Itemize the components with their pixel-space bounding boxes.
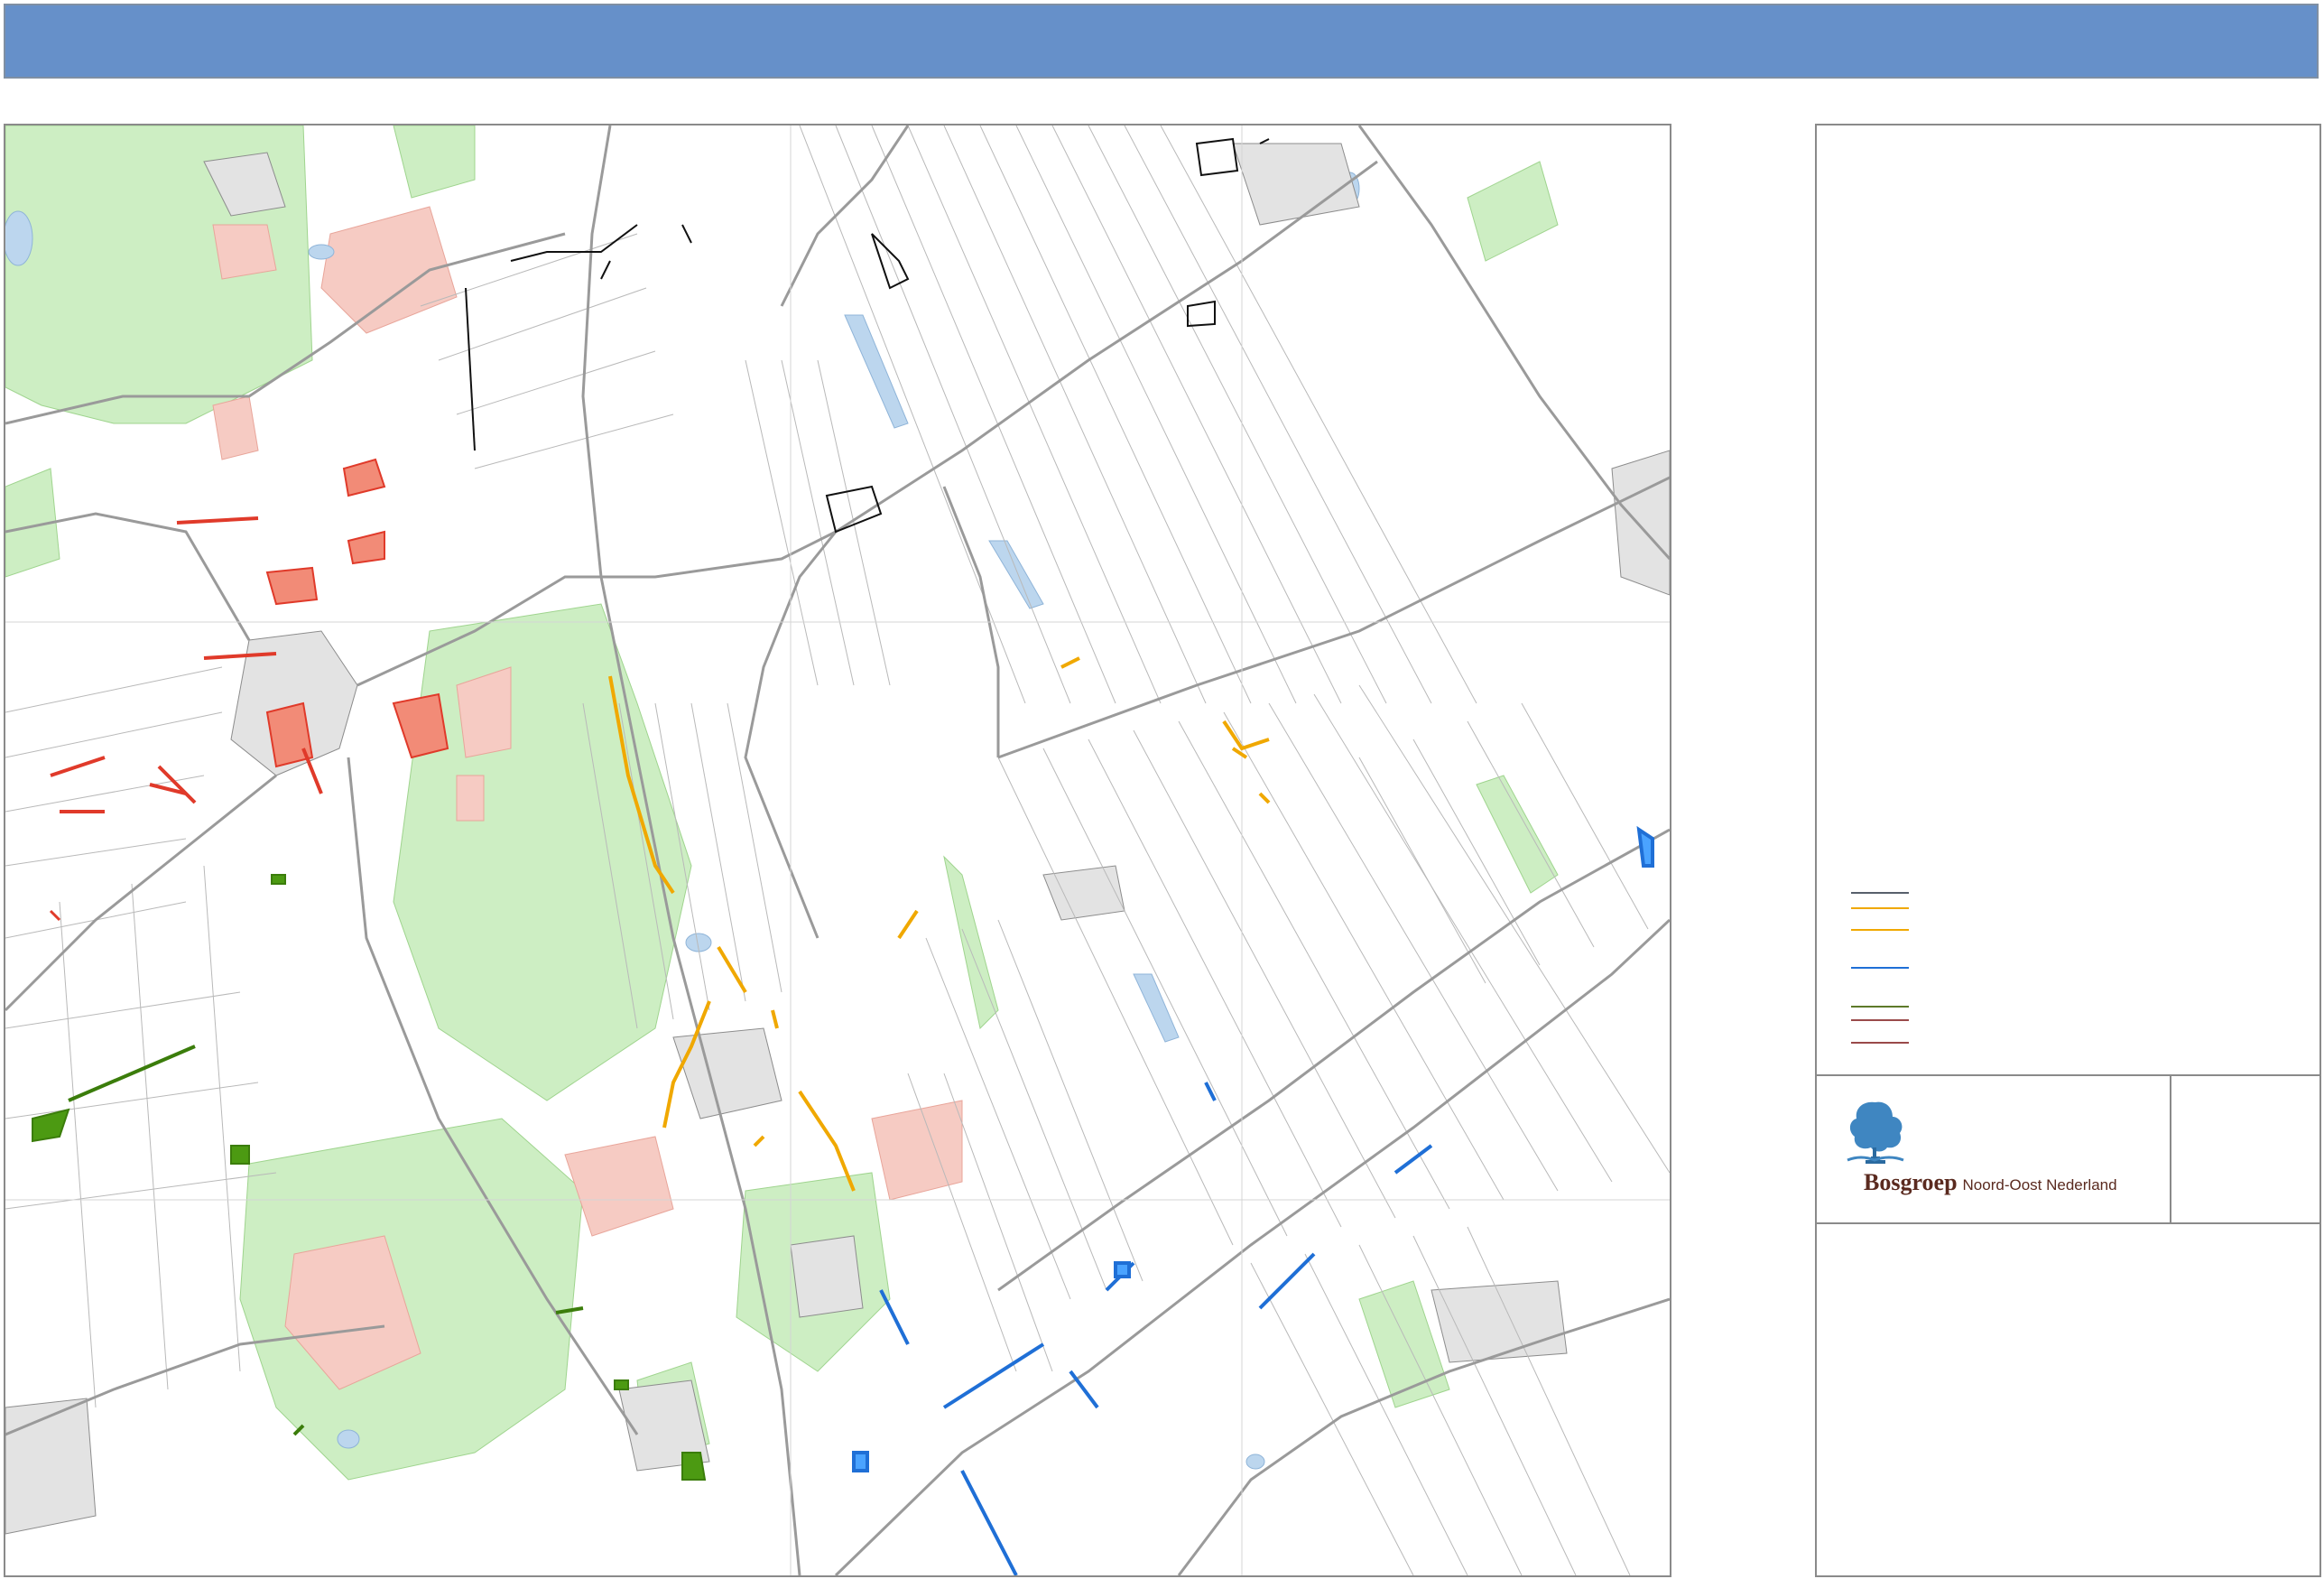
map-svg: [5, 125, 1670, 1575]
logo-subtitle: Noord-Oost Nederland: [1962, 1176, 2117, 1194]
legend-divider-bottom: [1817, 1222, 2319, 1224]
logo-box: Bosgroep Noord-Oost Nederland: [1817, 1075, 2171, 1223]
legend-line-5: [1851, 1006, 1909, 1008]
legend-line-2: [1851, 907, 1909, 909]
legend-line-1: [1851, 892, 1909, 894]
legend-line-6: [1851, 1019, 1909, 1021]
tree-icon: [1847, 1101, 1904, 1164]
legend-panel: Bosgroep Noord-Oost Nederland: [1815, 124, 2321, 1577]
header-bar: [4, 4, 2319, 79]
logo-text: Bosgroep Noord-Oost Nederland: [1864, 1169, 2117, 1196]
map-canvas[interactable]: [4, 124, 1671, 1577]
forest-areas: [5, 125, 1559, 1481]
logo-brand: Bosgroep: [1864, 1169, 1958, 1195]
legend-line-3: [1851, 929, 1909, 931]
legend-line-7: [1851, 1042, 1909, 1044]
legend-line-4: [1851, 967, 1909, 969]
